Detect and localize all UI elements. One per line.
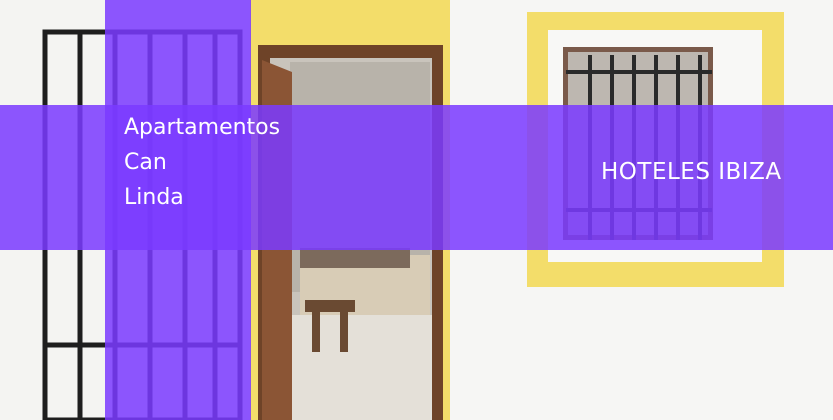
hotel-title: Apartamentos Can Linda xyxy=(124,110,280,216)
title-line-1: Apartamentos xyxy=(124,115,281,140)
title-line-2: Can xyxy=(124,150,167,176)
title-line-3: Linda xyxy=(124,185,184,211)
category-label: HOTELES IBIZA xyxy=(601,159,782,185)
